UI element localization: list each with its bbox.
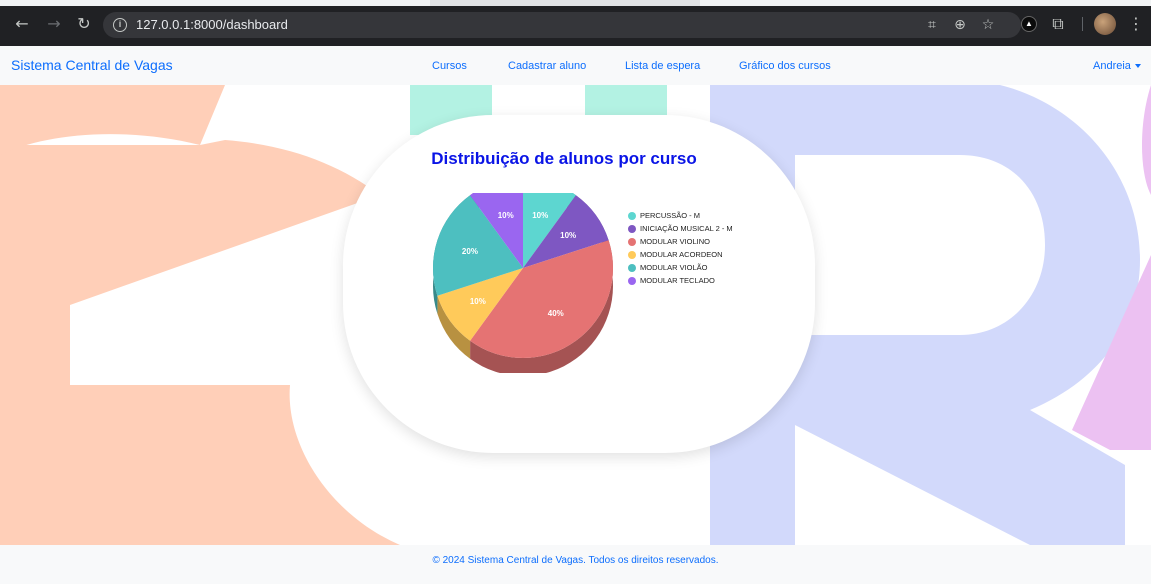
pie-slice-label: 10% [498, 211, 514, 220]
legend-item[interactable]: INICIAÇÃO MUSICAL 2 - M [628, 224, 738, 234]
legend-item[interactable]: MODULAR VIOLINO [628, 237, 738, 247]
legend-swatch [628, 225, 636, 233]
pie-slice-label: 10% [470, 297, 486, 306]
chart-card: Distribuição de alunos por curso 10% 10% 4… [343, 115, 815, 453]
brand-link[interactable]: Sistema Central de Vagas [11, 57, 173, 73]
active-tab[interactable] [430, 0, 700, 6]
legend-item[interactable]: PERCUSSÃO - M [628, 211, 738, 221]
main-content: Distribuição de alunos por curso 10% 10% 4… [0, 85, 1151, 545]
site-info-icon[interactable]: i [113, 18, 127, 32]
forward-icon[interactable]: → [44, 14, 64, 34]
legend-label: INICIAÇÃO MUSICAL 2 - M [640, 224, 733, 233]
url-text[interactable]: 127.0.0.1:8000/dashboard [136, 17, 288, 32]
legend-label: MODULAR VIOLINO [640, 237, 711, 246]
pie-slice-label: 20% [462, 247, 478, 256]
extension-icon[interactable]: ▲ [1021, 16, 1037, 32]
caret-down-icon [1134, 64, 1141, 69]
profile-avatar[interactable] [1094, 13, 1116, 35]
back-icon[interactable]: ← [12, 14, 32, 34]
address-bar[interactable]: i 127.0.0.1:8000/dashboard ⌗ ⊕ ☆ [103, 12, 1021, 38]
pie-slice-label: 10% [532, 211, 548, 220]
pie-chart: 10% 10% 40% 10% 20% 10% [433, 193, 613, 373]
nav-link-cursos[interactable]: Cursos [432, 60, 467, 72]
legend-swatch [628, 238, 636, 246]
user-dropdown[interactable]: Andreia [1093, 60, 1141, 72]
nav-link-lista-de-espera[interactable]: Lista de espera [625, 60, 700, 72]
legend-swatch [628, 277, 636, 285]
nav-link-cadastrar-aluno[interactable]: Cadastrar aluno [508, 60, 586, 72]
extensions-puzzle-icon[interactable]: ⧉ [1048, 14, 1068, 34]
browser-toolbar: ← → ↻ i 127.0.0.1:8000/dashboard ⌗ ⊕ ☆ ▲… [0, 0, 1151, 46]
zoom-icon[interactable]: ⊕ [951, 16, 969, 34]
pie-slice-label: 40% [548, 309, 564, 318]
legend-label: MODULAR ACORDEON [640, 250, 723, 259]
page-footer: © 2024 Sistema Central de Vagas. Todos o… [0, 545, 1151, 584]
nav-link-grafico-dos-cursos[interactable]: Gráfico dos cursos [739, 60, 831, 72]
chart-title: Distribuição de alunos por curso [431, 149, 697, 168]
app-navbar: Sistema Central de Vagas Cursos Cadastra… [0, 46, 1151, 85]
legend-swatch [628, 212, 636, 220]
legend-item[interactable]: MODULAR TECLADO [628, 276, 738, 286]
legend-label: MODULAR TECLADO [640, 276, 715, 285]
legend-swatch [628, 264, 636, 272]
menu-kebab-icon[interactable]: ⋮ [1126, 14, 1146, 34]
reload-icon[interactable]: ↻ [74, 14, 94, 34]
legend-swatch [628, 251, 636, 259]
tab-strip [0, 0, 1151, 6]
footer-text: © 2024 Sistema Central de Vagas. Todos o… [432, 555, 719, 566]
translate-icon[interactable]: ⌗ [923, 16, 941, 34]
chart-legend: PERCUSSÃO - M INICIAÇÃO MUSICAL 2 - M MO… [628, 211, 738, 289]
pie-slice-label: 10% [560, 231, 576, 240]
legend-item[interactable]: MODULAR ACORDEON [628, 250, 738, 260]
legend-label: MODULAR VIOLÃO [640, 263, 708, 272]
bookmark-star-icon[interactable]: ☆ [979, 16, 997, 34]
legend-item[interactable]: MODULAR VIOLÃO [628, 263, 738, 273]
toolbar-divider [1082, 17, 1083, 31]
user-name: Andreia [1093, 60, 1131, 72]
legend-label: PERCUSSÃO - M [640, 211, 701, 220]
